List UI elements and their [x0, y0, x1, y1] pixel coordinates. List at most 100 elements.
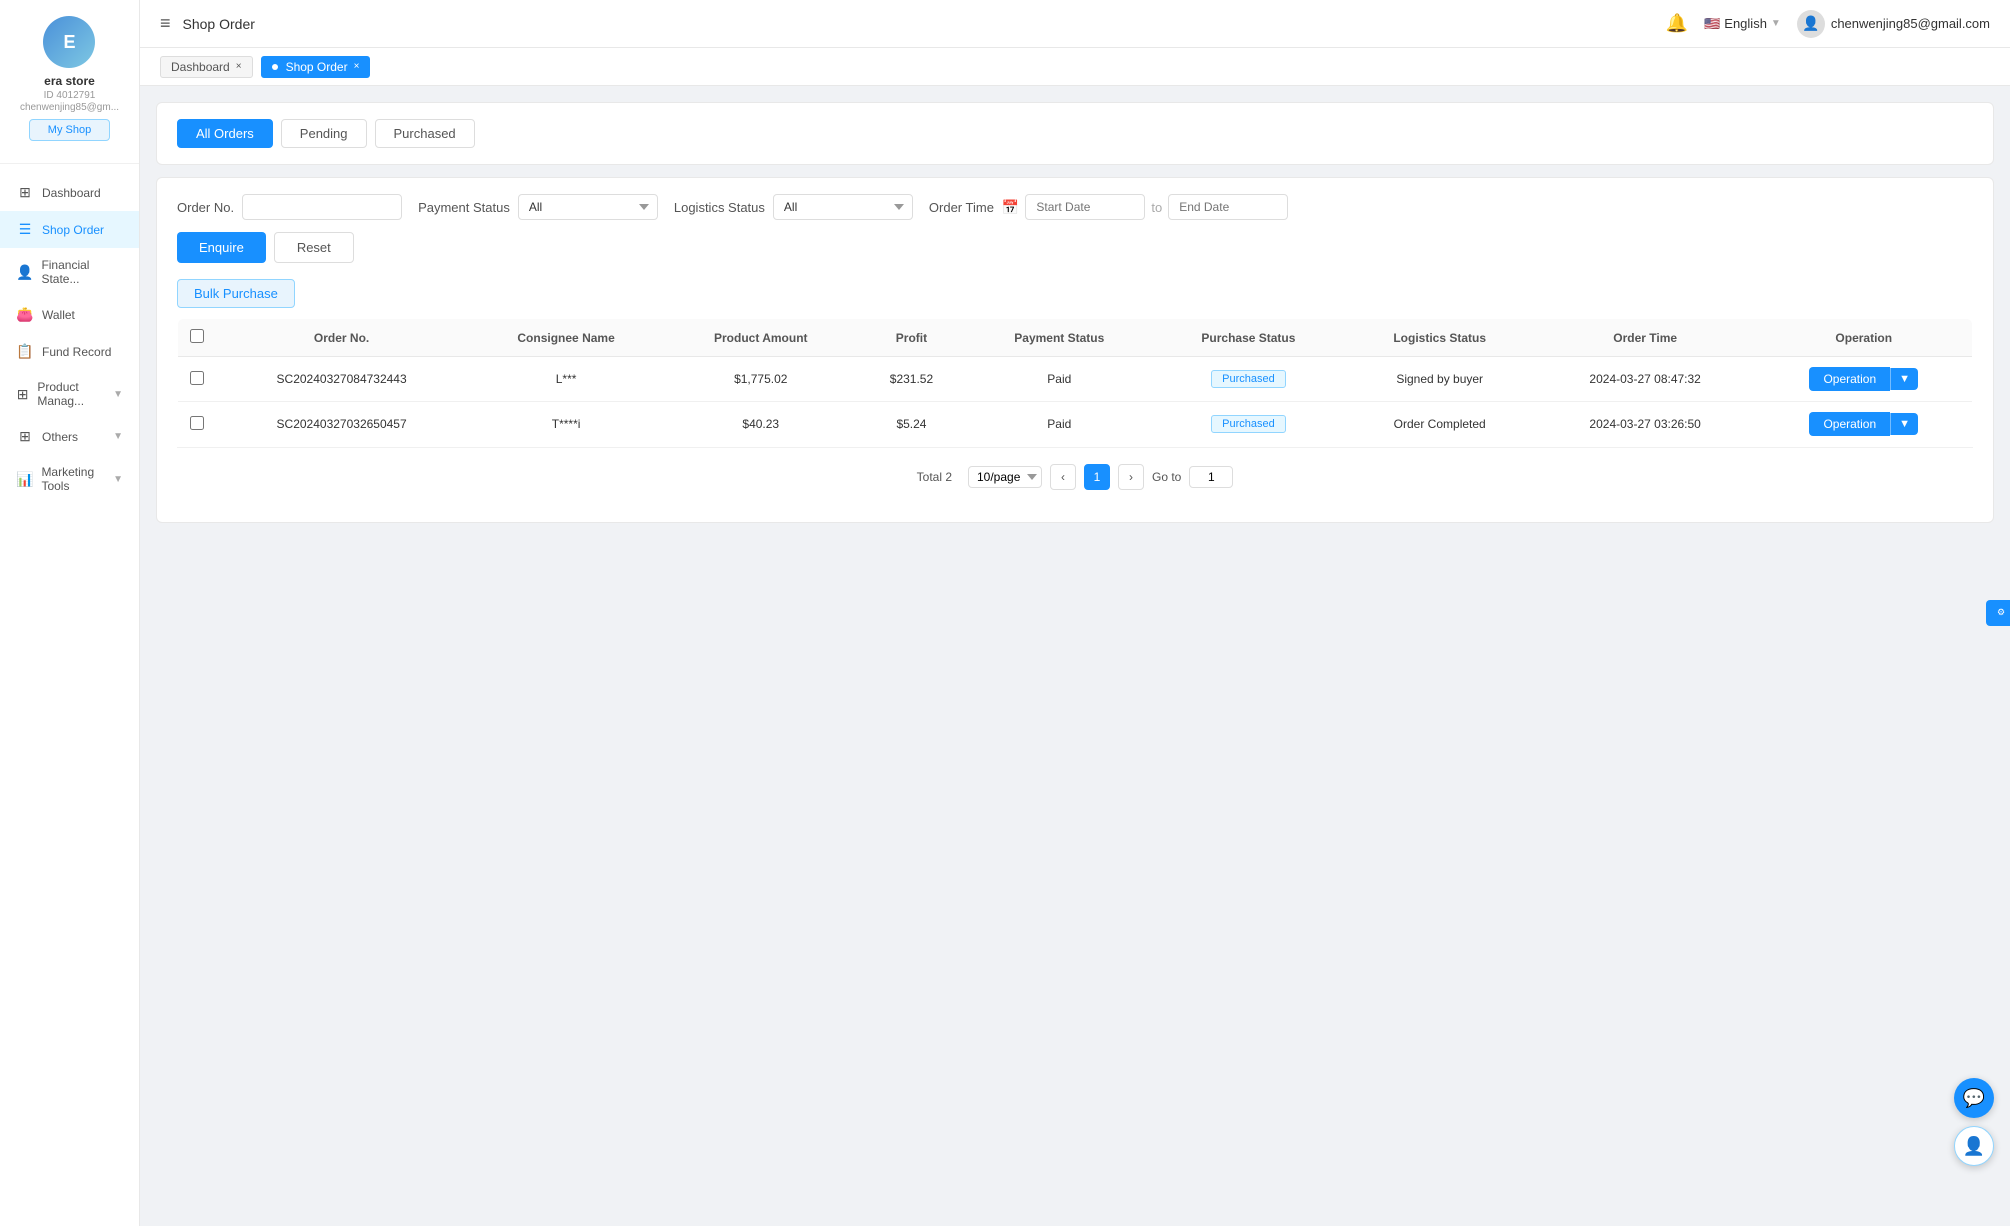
sidebar-item-product-manage[interactable]: ⊞ Product Manag... ▼ [0, 370, 139, 418]
operation-arrow-button-1[interactable]: ▼ [1890, 413, 1918, 435]
person-icon: 👤 [16, 264, 33, 281]
select-all-checkbox[interactable] [190, 329, 204, 343]
filter-btn-row: Enquire Reset [177, 232, 1973, 263]
sidebar-item-others[interactable]: ⊞ Others ▼ [0, 418, 139, 455]
payment-status-select[interactable]: All Paid Unpaid Refunded [518, 194, 658, 220]
operation-arrow-button-0[interactable]: ▼ [1890, 368, 1918, 390]
sidebar-item-financial-state[interactable]: 👤 Financial State... [0, 248, 139, 296]
page-size-select[interactable]: 10/page 20/page 50/page [968, 466, 1042, 488]
order-tabs: All Orders Pending Purchased [156, 102, 1994, 165]
sidebar-item-shop-order[interactable]: ☰ Shop Order Shop Order [0, 211, 139, 248]
calendar-icon: 📅 [1002, 199, 1019, 216]
user-float-button[interactable]: 👤 [1954, 1126, 1994, 1166]
chart-icon: 📊 [16, 471, 33, 488]
row-logistics-status-0: Signed by buyer [1345, 357, 1535, 402]
chat-float-button[interactable]: 💬 [1954, 1078, 1994, 1118]
row-purchase-status-0: Purchased [1152, 357, 1344, 402]
date-separator: to [1151, 200, 1162, 215]
table-row: SC20240327032650457 T****i $40.23 $5.24 … [178, 402, 1973, 447]
breadcrumb-bar: Dashboard × Shop Order × [140, 48, 2010, 86]
row-order-no-0: SC20240327084732443 [216, 357, 467, 402]
sidebar-item-label: Wallet [42, 308, 75, 322]
end-date-input[interactable] [1168, 194, 1288, 220]
sidebar-item-wallet[interactable]: 👛 Wallet [0, 296, 139, 333]
reset-button[interactable]: Reset [274, 232, 354, 263]
row-checkbox-1[interactable] [190, 416, 204, 430]
chevron-down-icon-lang: ▼ [1771, 18, 1781, 29]
filter-payment-status: Payment Status All Paid Unpaid Refunded [418, 194, 658, 220]
sidebar-item-label: Financial State... [41, 258, 123, 286]
grid-icon: ⊞ [16, 184, 34, 201]
sidebar-item-fund-record[interactable]: 📋 Fund Record [0, 333, 139, 370]
tab-pending[interactable]: Pending [281, 119, 367, 148]
row-purchase-status-1: Purchased [1152, 402, 1344, 447]
sidebar-item-label: Fund Record [42, 345, 111, 359]
tab-all-orders[interactable]: All Orders [177, 119, 273, 148]
row-profit-1: $5.24 [857, 402, 967, 447]
user-menu[interactable]: 👤 chenwenjing85@gmail.com [1797, 10, 1990, 38]
breadcrumb-dashboard[interactable]: Dashboard × [160, 56, 253, 78]
col-order-no: Order No. [216, 319, 467, 357]
wallet-icon: 👛 [16, 306, 34, 323]
filter-logistics-status: Logistics Status All Signed by buyer Ord… [674, 194, 913, 220]
lang-label: English [1724, 16, 1767, 31]
sidebar-item-dashboard[interactable]: ⊞ Dashboard [0, 174, 139, 211]
page-next-button[interactable]: › [1118, 464, 1144, 490]
menu-icon[interactable]: ≡ [160, 13, 171, 34]
row-checkbox-cell [178, 357, 217, 402]
breadcrumb-dashboard-close[interactable]: × [236, 61, 242, 72]
row-operation-0: Operation ▼ [1756, 357, 1973, 402]
products-icon: ⊞ [16, 386, 29, 403]
order-no-label: Order No. [177, 200, 234, 215]
table-row: SC20240327084732443 L*** $1,775.02 $231.… [178, 357, 1973, 402]
chevron-down-icon-others: ▼ [113, 431, 123, 442]
breadcrumb-shop-order-close[interactable]: × [354, 61, 360, 72]
col-order-time: Order Time [1535, 319, 1756, 357]
my-shop-button[interactable]: My Shop [29, 119, 110, 141]
filter-section: Order No. Payment Status All Paid Unpaid… [156, 177, 1994, 523]
goto-input[interactable] [1189, 466, 1233, 488]
col-operation: Operation [1756, 319, 1973, 357]
start-date-input[interactable] [1025, 194, 1145, 220]
enquire-button[interactable]: Enquire [177, 232, 266, 263]
operation-btn-group-0: Operation ▼ [1768, 367, 1960, 391]
list-icon: ☰ [16, 221, 34, 238]
filter-order-time: Order Time 📅 to [929, 194, 1288, 220]
page-1-button[interactable]: 1 [1084, 464, 1110, 490]
sidebar-item-label: Dashboard [42, 186, 101, 200]
store-id: ID 4012791 [44, 90, 96, 101]
row-checkbox-0[interactable] [190, 371, 204, 385]
breadcrumb-shop-order-label: Shop Order [286, 60, 348, 74]
row-consignee-1: T****i [467, 402, 665, 447]
sidebar-item-label: Shop Order [42, 223, 104, 237]
sidebar-item-label: Others [42, 430, 78, 444]
row-product-amount-1: $40.23 [665, 402, 857, 447]
operation-btn-group-1: Operation ▼ [1768, 412, 1960, 436]
store-name: era store [44, 74, 95, 88]
sidebar-item-marketing-tools[interactable]: 📊 Marketing Tools ▼ [0, 455, 139, 503]
side-feedback-button[interactable]: ⚙ [1986, 600, 2010, 626]
language-selector[interactable]: 🇺🇸 English ▼ [1704, 16, 1781, 32]
order-no-input[interactable] [242, 194, 402, 220]
bell-icon[interactable]: 🔔 [1666, 13, 1688, 34]
user-avatar: 👤 [1797, 10, 1825, 38]
store-email: chenwenjing85@gm... [20, 102, 119, 113]
operation-button-1[interactable]: Operation [1809, 412, 1890, 436]
orders-table: Order No. Consignee Name Product Amount … [177, 318, 1973, 447]
row-profit-0: $231.52 [857, 357, 967, 402]
filter-date-group: 📅 to [1002, 194, 1288, 220]
page-prev-button[interactable]: ‹ [1050, 464, 1076, 490]
row-consignee-0: L*** [467, 357, 665, 402]
bulk-purchase-button[interactable]: Bulk Purchase [177, 279, 295, 308]
payment-status-label: Payment Status [418, 200, 510, 215]
col-product-amount: Product Amount [665, 319, 857, 357]
tab-purchased[interactable]: Purchased [375, 119, 475, 148]
main-area: ≡ Shop Order 🔔 🇺🇸 English ▼ 👤 chenwenjin… [140, 0, 2010, 1226]
breadcrumb-shop-order[interactable]: Shop Order × [261, 56, 371, 78]
operation-button-0[interactable]: Operation [1809, 367, 1890, 391]
sidebar-divider [0, 163, 139, 164]
row-order-time-0: 2024-03-27 08:47:32 [1535, 357, 1756, 402]
logistics-status-select[interactable]: All Signed by buyer Order Completed Ship… [773, 194, 913, 220]
order-time-label: Order Time [929, 200, 994, 215]
row-order-no-1: SC20240327032650457 [216, 402, 467, 447]
